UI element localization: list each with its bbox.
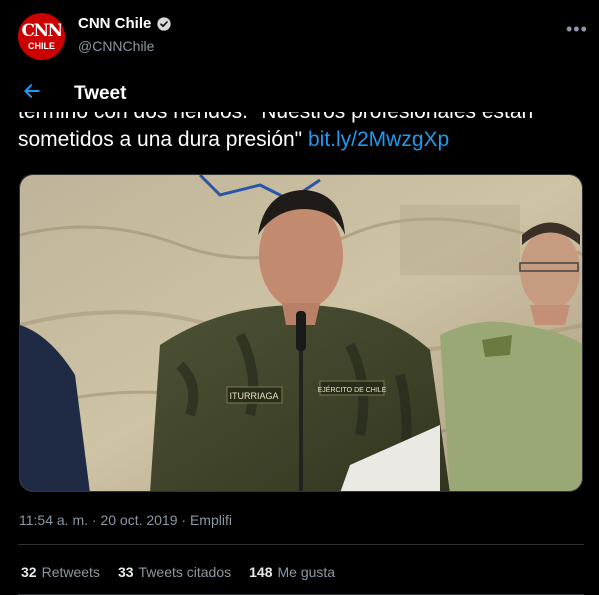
retweets-label: Retweets: [41, 564, 100, 580]
verified-badge-icon: [157, 16, 172, 31]
quotes-count: 33: [117, 564, 134, 580]
retweets-stat[interactable]: 32 Retweets: [21, 564, 100, 580]
profile-bar: CNN CHILE CNN Chile @CNNChile •••: [0, 0, 599, 66]
tweet-header: Tweet: [0, 66, 599, 118]
video-frame-image: ITURRIAGA EJÉRCITO DE CHILE: [20, 175, 582, 491]
cnn-chile-logo[interactable]: CNN CHILE: [18, 13, 65, 60]
retweets-count: 32: [21, 564, 37, 580]
name-tag-text: ITURRIAGA: [229, 391, 278, 401]
logo-cnn-text: CNN: [21, 21, 63, 41]
unit-tag-text: EJÉRCITO DE CHILE: [318, 385, 387, 394]
page-title: Tweet: [74, 83, 127, 104]
quotes-stat[interactable]: 33 Tweets citados: [118, 564, 231, 580]
likes-stat[interactable]: 148 Me gusta: [249, 564, 335, 580]
tweet-text-line-1: término con dos heridos. "Nuestros profe…: [18, 112, 588, 126]
tweet-stats: 32 Retweets 33 Tweets citados 148 Me gusta: [21, 564, 353, 580]
tweet-text-line-2: sometidos a una dura presión": [18, 128, 308, 151]
tweet-media-video[interactable]: ITURRIAGA EJÉRCITO DE CHILE: [19, 174, 583, 492]
display-name[interactable]: CNN Chile: [78, 15, 151, 32]
arrow-left-icon[interactable]: [22, 81, 42, 101]
likes-label: Me gusta: [277, 564, 336, 580]
quotes-label: Tweets citados: [138, 564, 232, 580]
logo-chile-text: CHILE: [28, 41, 55, 51]
tweet-timestamp[interactable]: 11:54 a. m. · 20 oct. 2019 · Emplifi: [19, 512, 232, 528]
tweet-link[interactable]: bit.ly/2MwzgXp: [308, 128, 449, 151]
tweet-text: término con dos heridos. "Nuestros profe…: [18, 112, 588, 164]
name-row: CNN Chile: [78, 15, 172, 32]
account-handle[interactable]: @CNNChile: [78, 38, 154, 54]
likes-count: 148: [249, 564, 273, 580]
more-horizontal-icon[interactable]: •••: [566, 19, 588, 40]
divider: [18, 544, 584, 545]
